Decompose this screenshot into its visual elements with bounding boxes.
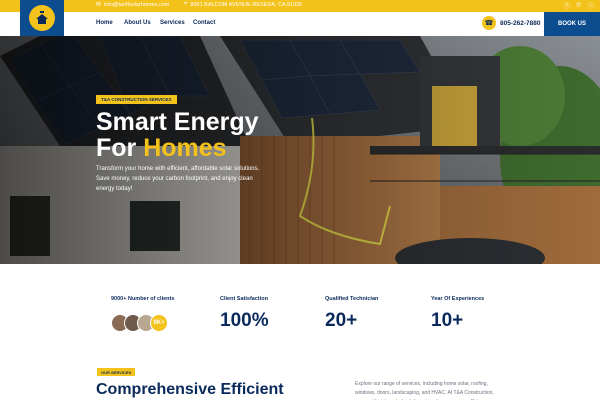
- hero-badge: T&A CONSTRUCTION SERVICES: [96, 95, 177, 104]
- hero-section: T&A CONSTRUCTION SERVICES Smart Energy F…: [0, 36, 600, 264]
- nav-home[interactable]: Home: [96, 20, 113, 26]
- stat-experience-label: Year Of Experiences: [431, 296, 485, 302]
- topbar-address: ⌖ 8061 BALCOM AVENUE RESEDA, CA 91335: [184, 1, 302, 8]
- phone-number: 805-262-7880: [500, 19, 541, 27]
- stat-satisfaction-value: 100%: [220, 310, 269, 331]
- phone-contact[interactable]: ☎ 805-262-7880: [482, 16, 540, 30]
- stat-experience-value: 10+: [431, 310, 464, 331]
- phone-icon: ☎: [482, 16, 496, 30]
- hero-title-for: For: [96, 134, 144, 162]
- services-badge: OUR SERVICES: [97, 368, 136, 376]
- address-text: 8061 BALCOM AVENUE RESEDA, CA 91335: [190, 1, 303, 8]
- hero-house-image: [0, 36, 600, 264]
- instagram-icon[interactable]: ◎: [576, 1, 581, 8]
- stat-clients-label: 9000+ Number of clients: [111, 296, 175, 302]
- solar-house-logo: [29, 5, 55, 31]
- site-logo[interactable]: [20, 0, 64, 36]
- mail-icon: ✉: [96, 2, 102, 8]
- nav-about-us[interactable]: About Us: [124, 20, 151, 26]
- nav-contact[interactable]: Contact: [193, 20, 215, 26]
- hero-title-line2: For Homes: [96, 135, 259, 161]
- linkedin-icon[interactable]: ⓘ: [588, 1, 594, 10]
- hero-title-line1: Smart Energy: [96, 108, 259, 136]
- location-icon: ⌖: [184, 1, 188, 7]
- clients-count-badge: 9K+: [150, 314, 168, 332]
- email-text: info@tanflsolarhomes.com: [104, 1, 170, 8]
- services-title: Comprehensive Efficient: [96, 381, 284, 398]
- topbar-email[interactable]: ✉ info@tanflsolarhomes.com: [96, 1, 170, 9]
- facebook-icon[interactable]: ⓕ: [564, 1, 570, 10]
- top-bar: ✉ info@tanflsolarhomes.com ⌖ 8061 BALCOM…: [0, 0, 600, 12]
- stat-technician-label: Qualified Technician: [325, 296, 379, 302]
- hero-title-homes: Homes: [143, 134, 227, 162]
- stat-technician-value: 20+: [325, 310, 358, 331]
- hero-subtitle: Transform your home with efficient, affo…: [96, 166, 260, 192]
- stat-satisfaction-label: Client Satisfaction: [220, 296, 268, 302]
- client-avatars: 9K+: [111, 314, 168, 332]
- hero-title: Smart Energy For Homes: [96, 109, 259, 161]
- services-description: Explore our range of services, including…: [355, 381, 494, 400]
- nav-services[interactable]: Services: [160, 20, 185, 26]
- book-us-button[interactable]: BOOK US: [544, 12, 600, 36]
